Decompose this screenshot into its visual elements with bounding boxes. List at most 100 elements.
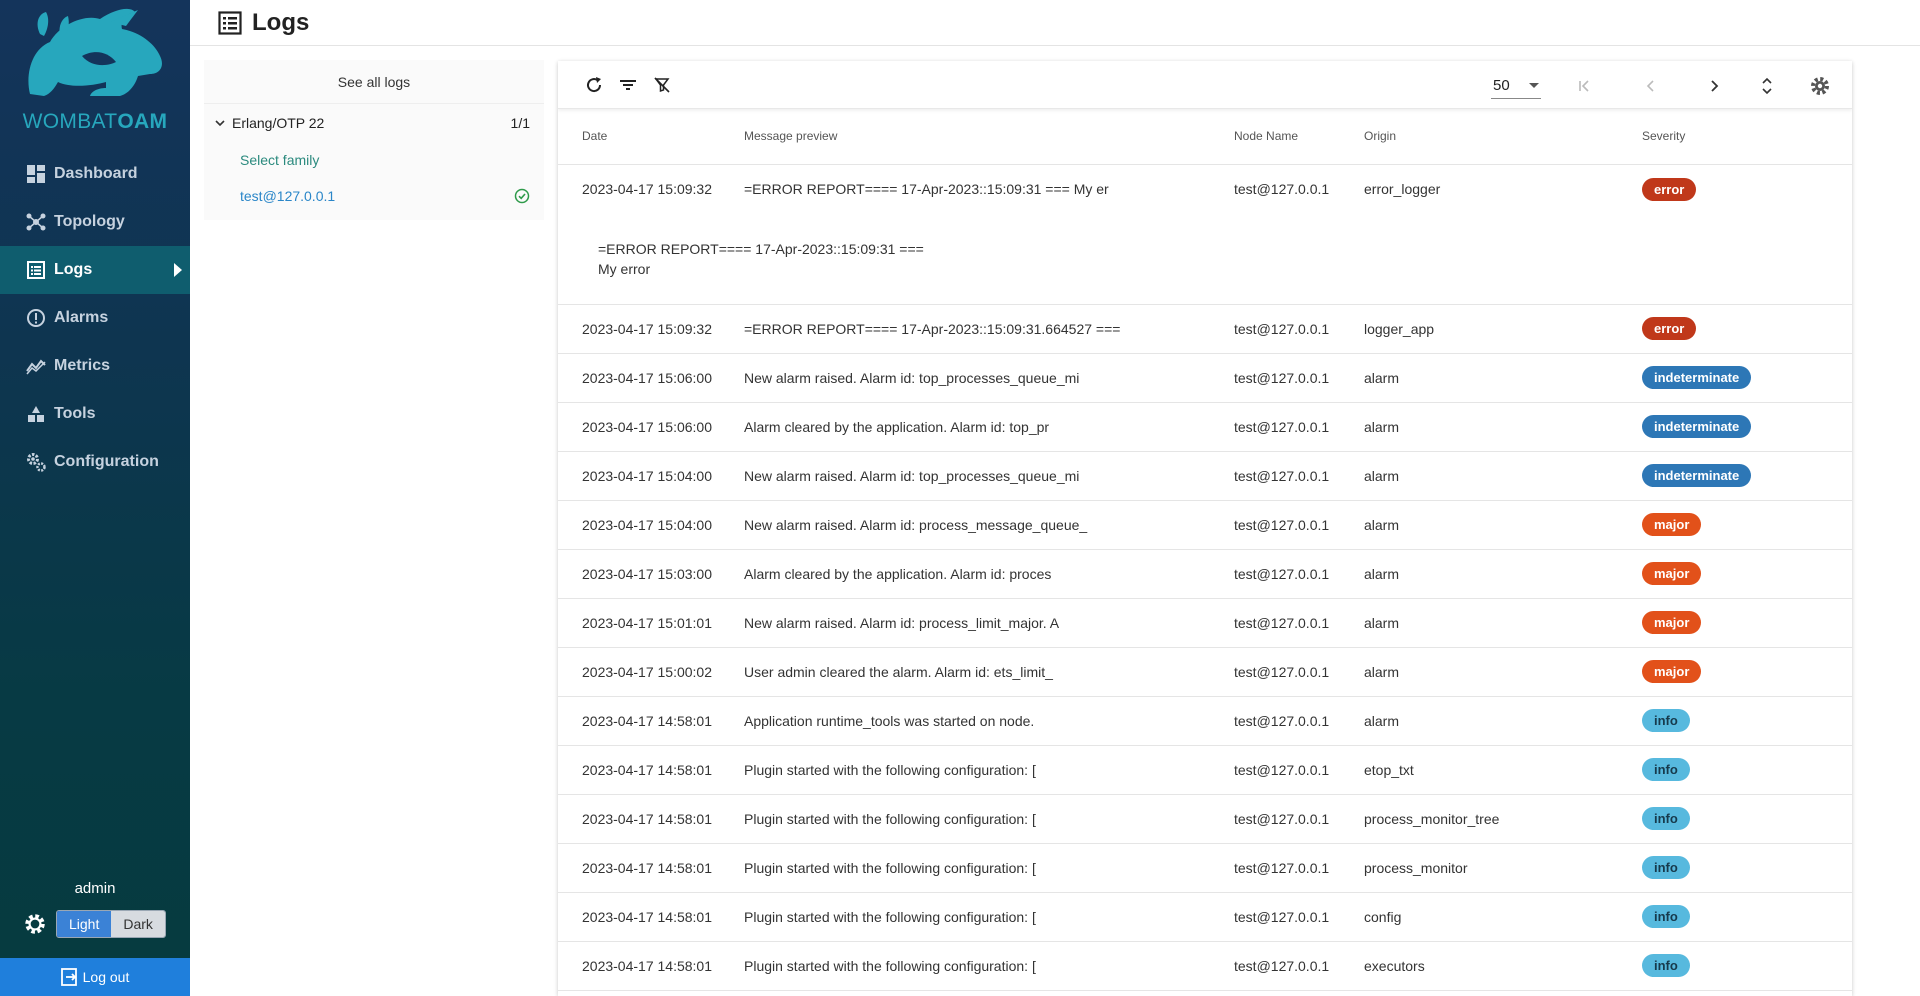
theme-light-button[interactable]: Light (57, 911, 112, 937)
log-severity: info (1642, 941, 1852, 991)
log-origin: process_monitor (1364, 843, 1642, 893)
table-row[interactable]: 2023-04-17 14:58:01 Plugin started with t… (558, 941, 1852, 991)
log-message-preview: User admin cleared the alarm. Alarm id: … (744, 647, 1234, 697)
first-page-icon[interactable] (1573, 74, 1597, 98)
severity-badge: major (1642, 611, 1702, 634)
settings-gear-icon[interactable] (1808, 74, 1832, 98)
log-origin: alarm (1364, 549, 1642, 599)
previous-page-icon[interactable] (1639, 74, 1663, 98)
nav-item-tools[interactable]: Tools (0, 390, 190, 438)
gear-icon[interactable] (22, 911, 48, 937)
log-date: 2023-04-17 14:58:01 (558, 843, 744, 893)
logs-table: Date Message preview Node Name Origin Se… (558, 109, 1852, 991)
table-row[interactable]: 2023-04-17 14:58:01 Application runtime_t… (558, 696, 1852, 746)
table-row[interactable]: 2023-04-17 15:01:01 New alarm raised. Ala… (558, 598, 1852, 648)
clear-filter-icon[interactable] (650, 73, 674, 97)
log-detail-line: My error (598, 260, 651, 277)
log-node-name: test@127.0.0.1 (1234, 696, 1364, 746)
nav-item-dashboard[interactable]: Dashboard (0, 150, 190, 198)
log-node-name: test@127.0.0.1 (1234, 304, 1364, 354)
nav-item-logs[interactable]: Logs (0, 246, 190, 294)
column-header-message[interactable]: Message preview (744, 109, 1234, 165)
nav-label: Configuration (54, 453, 159, 470)
log-node-name: test@127.0.0.1 (1234, 843, 1364, 893)
log-origin: alarm (1364, 451, 1642, 501)
log-severity: major (1642, 647, 1852, 697)
table-row[interactable]: 2023-04-17 14:58:01 Plugin started with t… (558, 745, 1852, 795)
log-date: 2023-04-17 15:09:32 (558, 304, 744, 354)
log-node-name: test@127.0.0.1 (1234, 794, 1364, 844)
table-row[interactable]: 2023-04-17 15:09:32 =ERROR REPORT==== 17-… (558, 164, 1852, 214)
log-date: 2023-04-17 14:58:01 (558, 794, 744, 844)
log-message-preview: Alarm cleared by the application. Alarm … (744, 549, 1234, 599)
column-header-origin[interactable]: Origin (1364, 109, 1642, 165)
logs-icon (26, 260, 46, 280)
topology-icon (26, 212, 46, 232)
node-item[interactable]: test@127.0.0.1 (204, 178, 544, 214)
log-origin: alarm (1364, 353, 1642, 403)
log-message-preview: Alarm cleared by the application. Alarm … (744, 402, 1234, 452)
log-message-preview: New alarm raised. Alarm id: process_limi… (744, 598, 1234, 648)
log-message-preview: New alarm raised. Alarm id: top_processe… (744, 353, 1234, 403)
expanded-log-detail: =ERROR REPORT==== 17-Apr-2023::15:09:31 … (558, 214, 1852, 305)
family-header[interactable]: Erlang/OTP 22 1/1 (204, 104, 544, 142)
nav-item-metrics[interactable]: Metrics (0, 342, 190, 390)
select-family-link[interactable]: Select family (204, 142, 544, 178)
column-header-severity[interactable]: Severity (1642, 109, 1852, 165)
log-origin: etop_txt (1364, 745, 1642, 795)
log-node-name: test@127.0.0.1 (1234, 892, 1364, 942)
table-row[interactable]: 2023-04-17 15:03:00 Alarm cleared by the … (558, 549, 1852, 599)
table-row[interactable]: 2023-04-17 15:04:00 New alarm raised. Ala… (558, 451, 1852, 501)
rows-per-page-value: 50 (1493, 77, 1510, 94)
node-name: test@127.0.0.1 (240, 188, 336, 204)
table-row[interactable]: 2023-04-17 15:06:00 Alarm cleared by the … (558, 402, 1852, 452)
log-severity: info (1642, 843, 1852, 893)
chevron-down-icon (215, 120, 225, 127)
severity-badge: major (1642, 660, 1702, 683)
log-detail-text: =ERROR REPORT==== 17-Apr-2023::15:09:31 … (558, 214, 1852, 305)
family-name: Erlang/OTP 22 (232, 115, 325, 131)
severity-badge: info (1642, 856, 1690, 879)
log-node-name: test@127.0.0.1 (1234, 745, 1364, 795)
nav-item-alarms[interactable]: Alarms (0, 294, 190, 342)
nav-label: Logs (54, 261, 93, 278)
log-origin: alarm (1364, 647, 1642, 697)
table-row[interactable]: 2023-04-17 14:58:01 Plugin started with t… (558, 892, 1852, 942)
nav-menu: Dashboard Topology Logs Alarms Metrics T… (0, 150, 190, 486)
nav-item-configuration[interactable]: Configuration (0, 438, 190, 486)
nav-item-topology[interactable]: Topology (0, 198, 190, 246)
theme-toggle: Light Dark (56, 910, 166, 938)
column-header-date[interactable]: Date (558, 109, 744, 165)
table-row[interactable]: 2023-04-17 15:04:00 New alarm raised. Ala… (558, 500, 1852, 550)
log-date: 2023-04-17 15:04:00 (558, 500, 744, 550)
log-message-preview: New alarm raised. Alarm id: process_mess… (744, 500, 1234, 550)
severity-badge: info (1642, 758, 1690, 781)
logout-button[interactable]: Log out (0, 958, 190, 996)
next-page-icon[interactable] (1702, 74, 1726, 98)
table-header-row: Date Message preview Node Name Origin Se… (558, 109, 1852, 165)
log-message-preview: New alarm raised. Alarm id: top_processe… (744, 451, 1234, 501)
table-row[interactable]: 2023-04-17 15:00:02 User admin cleared th… (558, 647, 1852, 697)
cogs-icon (26, 452, 46, 472)
severity-badge: major (1642, 513, 1702, 536)
log-filter-panel: See all logs Erlang/OTP 22 1/1 Select fa… (204, 60, 544, 238)
caret-right-icon (174, 263, 182, 277)
table-row[interactable]: 2023-04-17 14:58:01 Plugin started with t… (558, 794, 1852, 844)
column-header-node[interactable]: Node Name (1234, 109, 1364, 165)
refresh-icon[interactable] (582, 73, 606, 97)
see-all-logs-button[interactable]: See all logs (204, 60, 544, 104)
table-row[interactable]: 2023-04-17 15:06:00 New alarm raised. Ala… (558, 353, 1852, 403)
nav-label: Dashboard (54, 165, 138, 182)
table-row[interactable]: 2023-04-17 14:58:01 Plugin started with t… (558, 843, 1852, 893)
log-origin: process_monitor_tree (1364, 794, 1642, 844)
log-message-preview: Plugin started with the following config… (744, 941, 1234, 991)
table-row[interactable]: 2023-04-17 15:09:32 =ERROR REPORT==== 17-… (558, 304, 1852, 354)
rows-per-page-select[interactable]: 50 (1491, 73, 1541, 99)
theme-dark-button[interactable]: Dark (111, 911, 165, 937)
log-message-preview: =ERROR REPORT==== 17-Apr-2023::15:09:31.… (744, 304, 1234, 354)
log-severity: indeterminate (1642, 451, 1852, 501)
expand-collapse-icon[interactable] (1755, 74, 1779, 98)
filter-icon[interactable] (616, 73, 640, 97)
log-severity: error (1642, 164, 1852, 214)
current-user: admin (74, 880, 116, 897)
